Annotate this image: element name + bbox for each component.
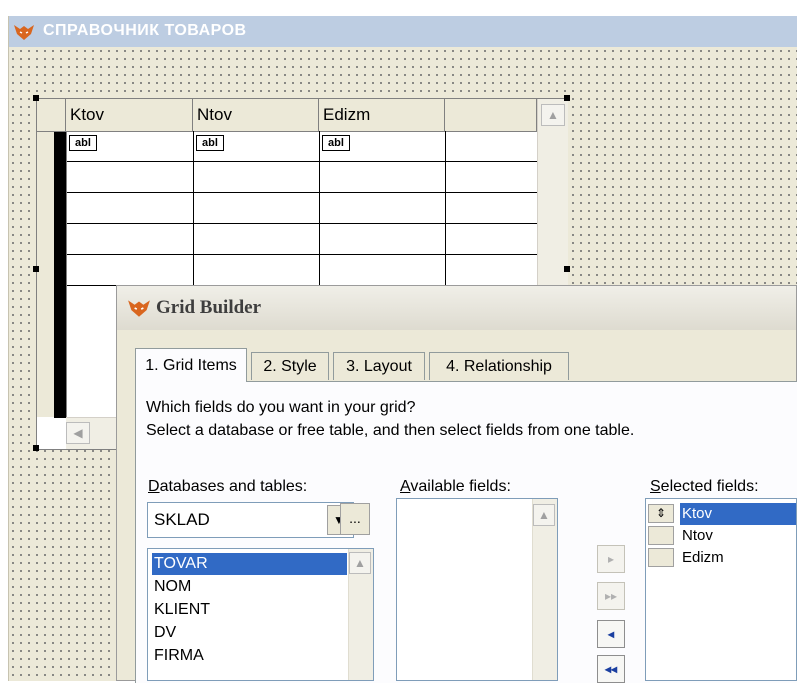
available-fields-listbox[interactable]: ▲ [396, 498, 558, 681]
available-label-accel: A [400, 478, 411, 495]
column-header-edizm[interactable]: Edizm [319, 99, 445, 131]
grid-row-line [67, 192, 537, 193]
selection-handle[interactable] [564, 95, 570, 101]
selected-field-label: Edizm [682, 549, 724, 566]
selection-handle[interactable] [33, 95, 39, 101]
table-item-tovar[interactable]: TOVAR [152, 553, 347, 575]
table-item-dv[interactable]: DV [152, 622, 176, 644]
selected-label-text: elected fields: [660, 478, 759, 495]
table-item-firma[interactable]: FIRMA [152, 645, 204, 667]
database-combo-value: SKLAD [154, 510, 210, 529]
selection-handle[interactable] [564, 266, 570, 272]
databases-label: Databases and tables: [148, 478, 307, 496]
instruction-line-1: Which fields do you want in your grid? [146, 399, 416, 416]
available-fields-label: Available fields: [400, 478, 511, 496]
scroll-up-icon[interactable]: ▲ [349, 552, 371, 574]
tab-grid-items[interactable]: 1. Grid Items [135, 348, 247, 382]
column-header-ntov[interactable]: Ntov [193, 99, 319, 131]
table-item-nom[interactable]: NOM [152, 576, 191, 598]
grid-row-line [67, 223, 537, 224]
selected-field-label: Ktov [680, 503, 796, 525]
row-pointer-bar [54, 132, 66, 418]
instruction-line-2: Select a database or free table, and the… [146, 422, 635, 439]
tab-style[interactable]: 2. Style [251, 352, 329, 380]
column-header-ktov[interactable]: Ktov [66, 99, 193, 131]
database-combo[interactable]: SKLAD ▼ [147, 502, 354, 538]
tables-listbox[interactable]: TOVAR NOM KLIENT DV FIRMA ▲ [147, 548, 374, 681]
grid-corner-cell [37, 99, 66, 131]
selected-field-ktov[interactable]: ⇕ Ktov [646, 503, 796, 525]
selected-fields-label: Selected fields: [650, 478, 759, 496]
move-handle-box[interactable] [648, 526, 674, 545]
remove-field-button[interactable]: ◂ [597, 620, 625, 648]
foxpro-icon [127, 298, 151, 323]
remove-all-fields-button[interactable]: ◂◂ [597, 655, 625, 683]
scroll-up-icon[interactable]: ▲ [541, 104, 565, 126]
move-handle-box[interactable] [648, 548, 674, 567]
databases-label-text: atabases and tables: [159, 478, 308, 495]
available-fields-scrollbar[interactable]: ▲ [532, 499, 557, 680]
scroll-left-icon[interactable]: ◀ [66, 422, 90, 444]
form-title: СПРАВОЧНИК ТОВАРОВ [43, 22, 247, 39]
selection-handle[interactable] [33, 266, 39, 272]
scroll-up-icon[interactable]: ▲ [533, 504, 555, 526]
selected-fields-listbox[interactable]: ⇕ Ktov Ntov Edizm [645, 498, 797, 681]
tab-relationship[interactable]: 4. Relationship [429, 352, 569, 380]
selected-label-accel: S [650, 478, 661, 495]
grid-row-line [67, 161, 537, 162]
selected-field-label: Ntov [682, 527, 713, 544]
tables-scrollbar[interactable]: ▲ [348, 549, 373, 680]
selected-field-edizm[interactable]: Edizm [646, 547, 796, 569]
add-field-button[interactable]: ▸ [597, 545, 625, 573]
move-handle-icon[interactable]: ⇕ [648, 504, 674, 523]
column-header-empty [445, 99, 537, 131]
textbox-marker-edizm: abl [322, 135, 350, 151]
textbox-marker-ntov: abl [196, 135, 224, 151]
form-title-bar: СПРАВОЧНИК ТОВАРОВ [9, 16, 797, 47]
grid-row-line [67, 254, 537, 255]
selection-handle[interactable] [33, 445, 39, 451]
table-item-klient[interactable]: KLIENT [152, 599, 210, 621]
add-all-fields-button[interactable]: ▸▸ [597, 582, 625, 610]
databases-label-accel: D [148, 478, 160, 495]
selected-field-ntov[interactable]: Ntov [646, 525, 796, 547]
dialog-title: Grid Builder [156, 297, 262, 318]
available-label-text: vailable fields: [410, 478, 511, 495]
dialog-title-bar[interactable]: Grid Builder [117, 286, 796, 330]
foxpro-icon [13, 23, 35, 46]
grid-header: Ktov Ntov Edizm [37, 99, 537, 132]
tab-layout[interactable]: 3. Layout [333, 352, 425, 380]
open-database-button[interactable]: ... [340, 503, 370, 535]
textbox-marker-ktov: abl [69, 135, 97, 151]
